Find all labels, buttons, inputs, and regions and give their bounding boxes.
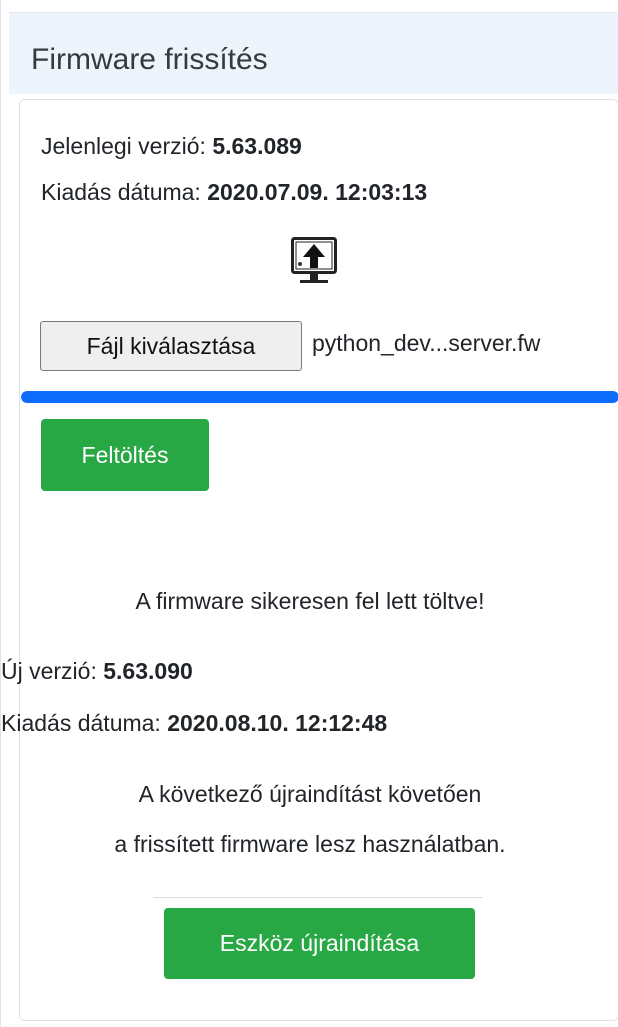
- restart-note-line-1: A következő újraindítást követően: [138, 781, 482, 807]
- restart-device-button[interactable]: Eszköz újraindítása: [164, 908, 475, 979]
- new-release-date-line: Kiadás dátuma: 2020.08.10. 12:12:48: [1, 710, 387, 737]
- selected-file-name: python_dev...server.fw: [312, 330, 541, 356]
- current-date-value: 2020.07.09. 12:03:13: [207, 179, 428, 205]
- current-version-line: Jelenlegi verzió: 5.63.089: [41, 133, 302, 160]
- panel-header: Firmware frissítés: [9, 12, 618, 94]
- new-date-value: 2020.08.10. 12:12:48: [167, 710, 388, 736]
- current-version-label: Jelenlegi verzió:: [41, 133, 213, 159]
- current-version-value: 5.63.089: [212, 133, 302, 159]
- upload-to-device-icon: [291, 237, 337, 283]
- current-date-label: Kiadás dátuma:: [41, 179, 208, 205]
- upload-progress-fill: [21, 391, 618, 403]
- new-date-label: Kiadás dátuma:: [1, 710, 168, 736]
- new-version-label: Új verzió:: [1, 658, 104, 684]
- upload-success-message: A firmware sikeresen fel lett töltve!: [135, 588, 485, 614]
- firmware-update-panel: Firmware frissítés Jelenlegi verzió: 5.6…: [0, 0, 618, 1027]
- restart-note-line-2: a frissített firmware lesz használatban.: [114, 831, 506, 857]
- divider: [153, 897, 483, 898]
- new-version-value: 5.63.090: [103, 658, 193, 684]
- new-version-line: Új verzió: 5.63.090: [1, 658, 193, 685]
- choose-file-button[interactable]: Fájl kiválasztása: [40, 321, 302, 371]
- page-title: Firmware frissítés: [31, 43, 268, 76]
- upload-button[interactable]: Feltöltés: [41, 419, 209, 491]
- upload-progress-bar: [21, 391, 618, 403]
- current-release-date-line: Kiadás dátuma: 2020.07.09. 12:03:13: [41, 179, 427, 206]
